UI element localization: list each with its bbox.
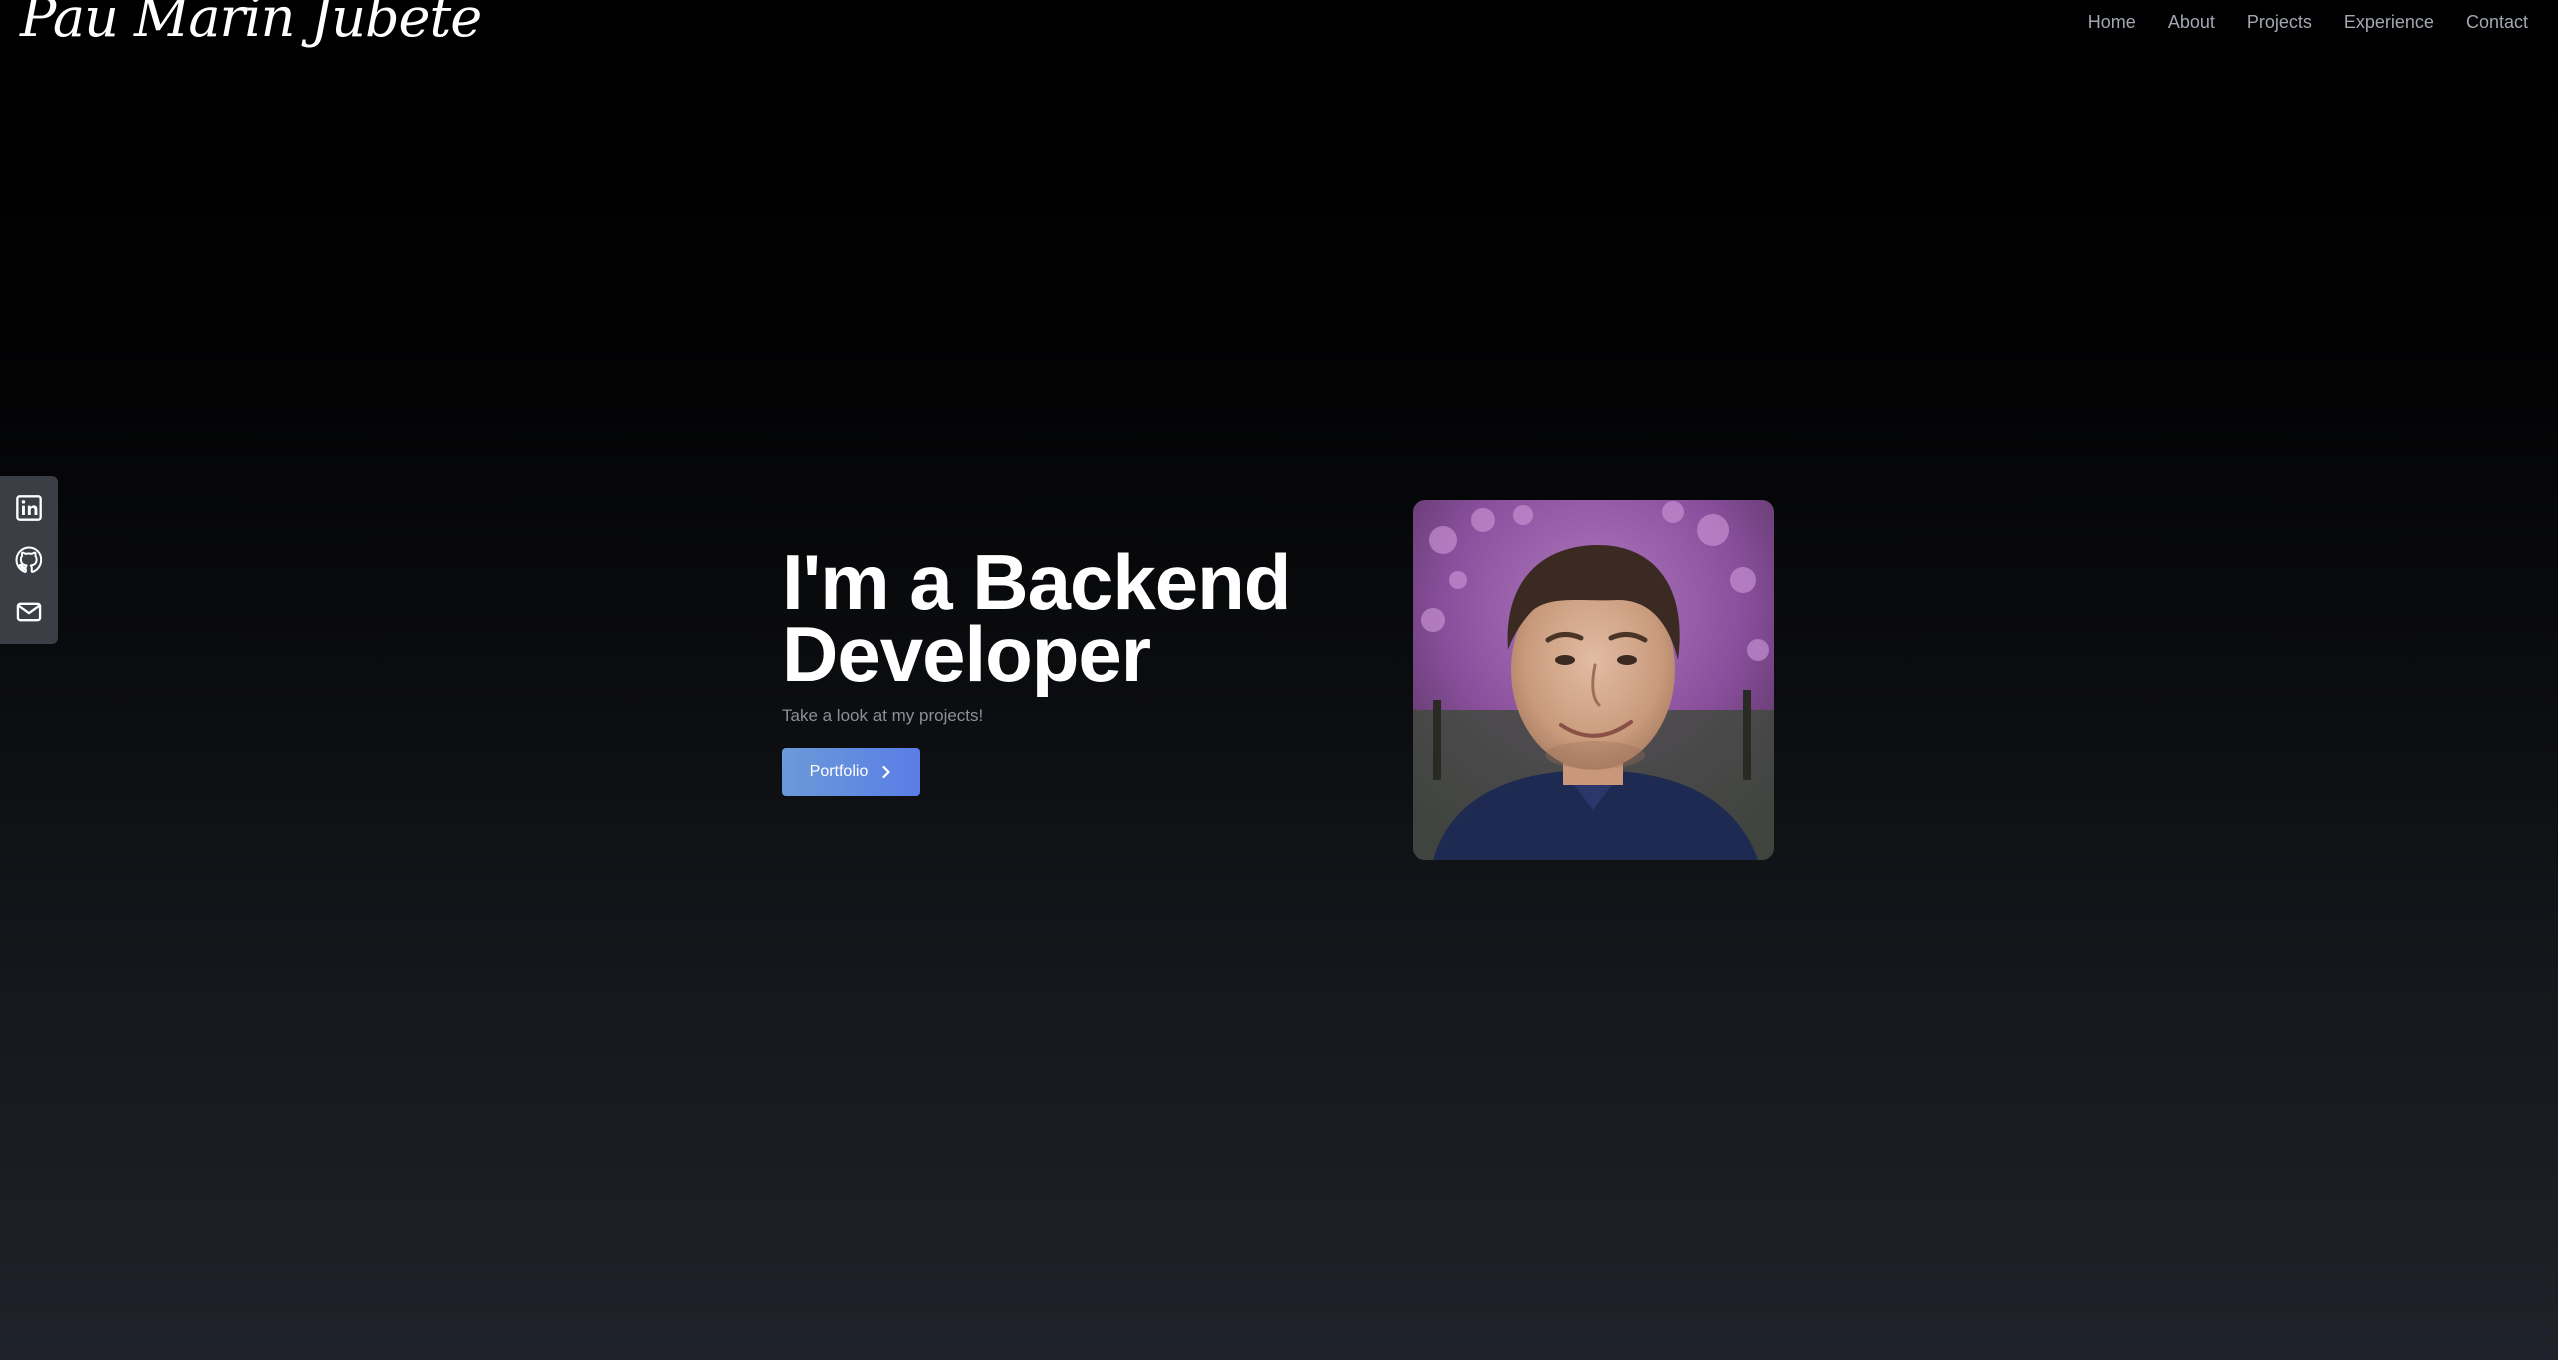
mail-icon [16, 602, 42, 622]
social-sidebar [0, 476, 58, 644]
nav-link-about[interactable]: About [2168, 12, 2215, 33]
linkedin-link[interactable] [13, 492, 45, 524]
hero-title: I'm a Backend Developer [782, 543, 1402, 693]
github-link[interactable] [13, 544, 45, 576]
nav-link-home[interactable]: Home [2088, 12, 2136, 33]
chevron-right-icon [880, 765, 892, 779]
site-logo[interactable]: Pau Marin Jubete [20, 0, 482, 49]
email-link[interactable] [13, 596, 45, 628]
linkedin-icon [16, 495, 42, 521]
hero-text-block: I'm a Backend Developer Take a look at m… [782, 543, 1402, 796]
portfolio-button-label: Portfolio [809, 763, 869, 780]
top-bar: Pau Marin Jubete Home About Projects Exp… [0, 0, 2558, 60]
nav-link-projects[interactable]: Projects [2247, 12, 2312, 33]
github-icon [15, 546, 43, 573]
profile-photo [1413, 500, 1774, 860]
main-nav: Home About Projects Experience Contact [2088, 12, 2528, 33]
nav-link-experience[interactable]: Experience [2344, 12, 2434, 33]
nav-link-contact[interactable]: Contact [2466, 12, 2528, 33]
hero-title-line-2: Developer [782, 610, 1151, 698]
hero-subtitle: Take a look at my projects! [782, 706, 984, 725]
portfolio-button[interactable]: Portfolio [782, 748, 920, 796]
